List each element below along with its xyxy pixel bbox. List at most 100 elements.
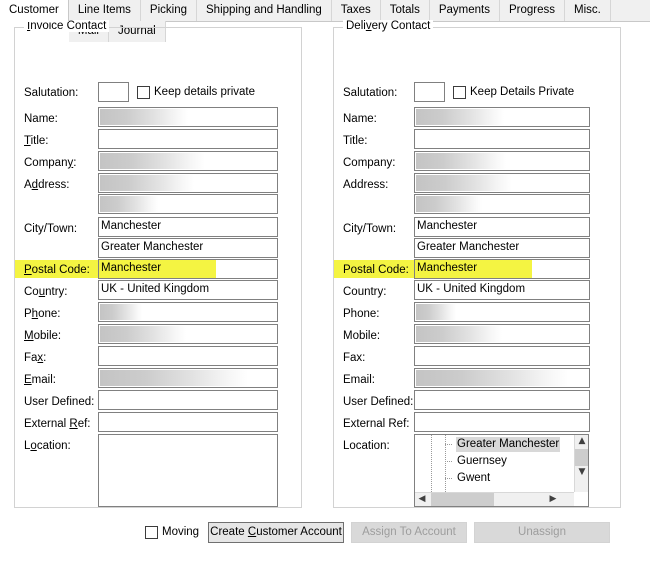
create-account-mnemonic-c: C [248, 526, 256, 538]
invoice-keep-private-checkbox[interactable] [137, 86, 150, 99]
delivery-email-input[interactable] [414, 368, 590, 388]
invoice-external-ref-input[interactable] [98, 412, 278, 432]
invoice-country-value: UK - United Kingdom [101, 283, 209, 295]
invoice-city-value: Manchester [101, 220, 161, 232]
delivery-postal-code-label: Postal Code: [343, 263, 409, 277]
delivery-phone-input[interactable] [414, 302, 590, 322]
delivery-address1-input[interactable] [414, 173, 590, 193]
invoice-country-label-a: Co [24, 286, 39, 298]
invoice-company-label-a: Compan [24, 157, 67, 169]
horizontal-scrollbar[interactable]: ◀ ▶ [415, 492, 574, 506]
delivery-external-ref-label: External Ref: [343, 417, 409, 431]
delivery-contact-title: Delivery Contact [343, 20, 433, 32]
invoice-address2-input[interactable] [98, 194, 278, 214]
tab-line-items[interactable]: Line Items [69, 0, 141, 21]
redacted-content [100, 175, 194, 191]
horizontal-scrollbar-thumb[interactable] [431, 493, 494, 506]
invoice-external-ref-label-mnemonic: R [69, 418, 77, 430]
create-customer-account-button[interactable]: Create Customer Account [208, 522, 344, 543]
invoice-country-input[interactable]: UK - United Kingdom [98, 280, 278, 300]
redacted-content [416, 370, 568, 386]
invoice-user-defined-label: User Defined: [24, 395, 94, 409]
invoice-salutation-input[interactable] [98, 82, 129, 102]
delivery-city-input[interactable]: Manchester [414, 217, 590, 237]
delivery-postal-code-input[interactable]: Manchester [414, 259, 590, 279]
invoice-email-input[interactable] [98, 368, 278, 388]
delivery-user-defined-input[interactable] [414, 390, 590, 410]
delivery-city-value: Manchester [417, 220, 477, 232]
delivery-postal-code-value: Manchester [417, 262, 477, 274]
invoice-mobile-label: Mobile: [24, 329, 61, 343]
scroll-down-button[interactable]: ▼ [575, 466, 589, 480]
invoice-external-ref-label-b: ef: [78, 418, 91, 430]
redacted-content [416, 304, 456, 320]
invoice-phone-label-b: one: [38, 308, 60, 320]
scroll-left-button[interactable]: ◀ [415, 493, 429, 507]
tab-shipping-and-handling[interactable]: Shipping and Handling [197, 0, 332, 21]
invoice-email-label-mnemonic: E [24, 374, 32, 386]
delivery-title-a: Deli [346, 20, 366, 32]
delivery-title-input[interactable] [414, 129, 590, 149]
delivery-company-input[interactable] [414, 151, 590, 171]
delivery-keep-private-label: Keep Details Private [470, 86, 574, 99]
assign-label: Assign To Account [362, 526, 456, 538]
tab-label: Customer [9, 4, 59, 16]
invoice-location-input[interactable] [98, 434, 278, 507]
delivery-location-tree[interactable]: Greater Manchester Guernsey Gwent Gwyned… [414, 434, 589, 507]
delivery-external-ref-input[interactable] [414, 412, 590, 432]
delivery-fax-label: Fax: [343, 351, 365, 365]
delivery-address-label: Address: [343, 178, 388, 192]
tab-picking[interactable]: Picking [141, 0, 197, 21]
tree-elbow-icon [445, 444, 453, 445]
delivery-title-label: Title: [343, 134, 368, 148]
invoice-postal-code-value: Manchester [101, 262, 161, 274]
delivery-address2-input[interactable] [414, 194, 590, 214]
delivery-county-input[interactable]: Greater Manchester [414, 238, 590, 258]
tab-label: Shipping and Handling [206, 4, 322, 16]
invoice-phone-label-a: P [24, 308, 32, 320]
invoice-address-label-a: A [24, 179, 32, 191]
vertical-scrollbar-thumb[interactable] [575, 449, 589, 466]
invoice-name-label: Name: [24, 112, 58, 126]
moving-label: Moving [162, 526, 199, 539]
redacted-content [416, 153, 506, 169]
tab-misc[interactable]: Misc. [565, 0, 611, 21]
invoice-fax-label-a: Fa [24, 352, 37, 364]
invoice-fax-input[interactable] [98, 346, 278, 366]
invoice-fax-label: Fax: [24, 351, 46, 365]
delivery-mobile-input[interactable] [414, 324, 590, 344]
invoice-title-input[interactable] [98, 129, 278, 149]
invoice-location-label: Location: [24, 439, 71, 453]
delivery-keep-private-checkbox[interactable] [453, 86, 466, 99]
invoice-county-input[interactable]: Greater Manchester [98, 238, 278, 258]
tab-customer[interactable]: Customer [0, 0, 69, 22]
invoice-phone-input[interactable] [98, 302, 278, 322]
create-account-b: ustomer Account [256, 526, 342, 538]
invoice-company-input[interactable] [98, 151, 278, 171]
invoice-city-input[interactable]: Manchester [98, 217, 278, 237]
redacted-content [100, 109, 188, 125]
delivery-name-input[interactable] [414, 107, 590, 127]
invoice-phone-label: Phone: [24, 307, 60, 321]
invoice-name-input[interactable] [98, 107, 278, 127]
vertical-scrollbar[interactable]: ▲ ▼ [574, 435, 588, 492]
invoice-address1-input[interactable] [98, 173, 278, 193]
invoice-user-defined-input[interactable] [98, 390, 278, 410]
tab-taxes[interactable]: Taxes [332, 0, 381, 21]
delivery-country-input[interactable]: UK - United Kingdom [414, 280, 590, 300]
delivery-salutation-input[interactable] [414, 82, 445, 102]
tab-bar: Customer Line Items Picking Shipping and… [0, 0, 650, 22]
invoice-mobile-input[interactable] [98, 324, 278, 344]
assign-to-account-button[interactable]: Assign To Account [351, 522, 467, 543]
invoice-title-label: Title: [24, 134, 49, 148]
delivery-fax-input[interactable] [414, 346, 590, 366]
tab-progress[interactable]: Progress [500, 0, 565, 21]
invoice-address-label-b: dress: [38, 179, 69, 191]
invoice-postal-code-input[interactable]: Manchester [98, 259, 278, 279]
scroll-right-button[interactable]: ▶ [546, 493, 560, 507]
tab-payments[interactable]: Payments [430, 0, 500, 21]
tab-totals[interactable]: Totals [381, 0, 430, 21]
moving-checkbox[interactable] [145, 526, 158, 539]
scroll-up-button[interactable]: ▲ [575, 435, 589, 449]
unassign-button[interactable]: Unassign [474, 522, 610, 543]
